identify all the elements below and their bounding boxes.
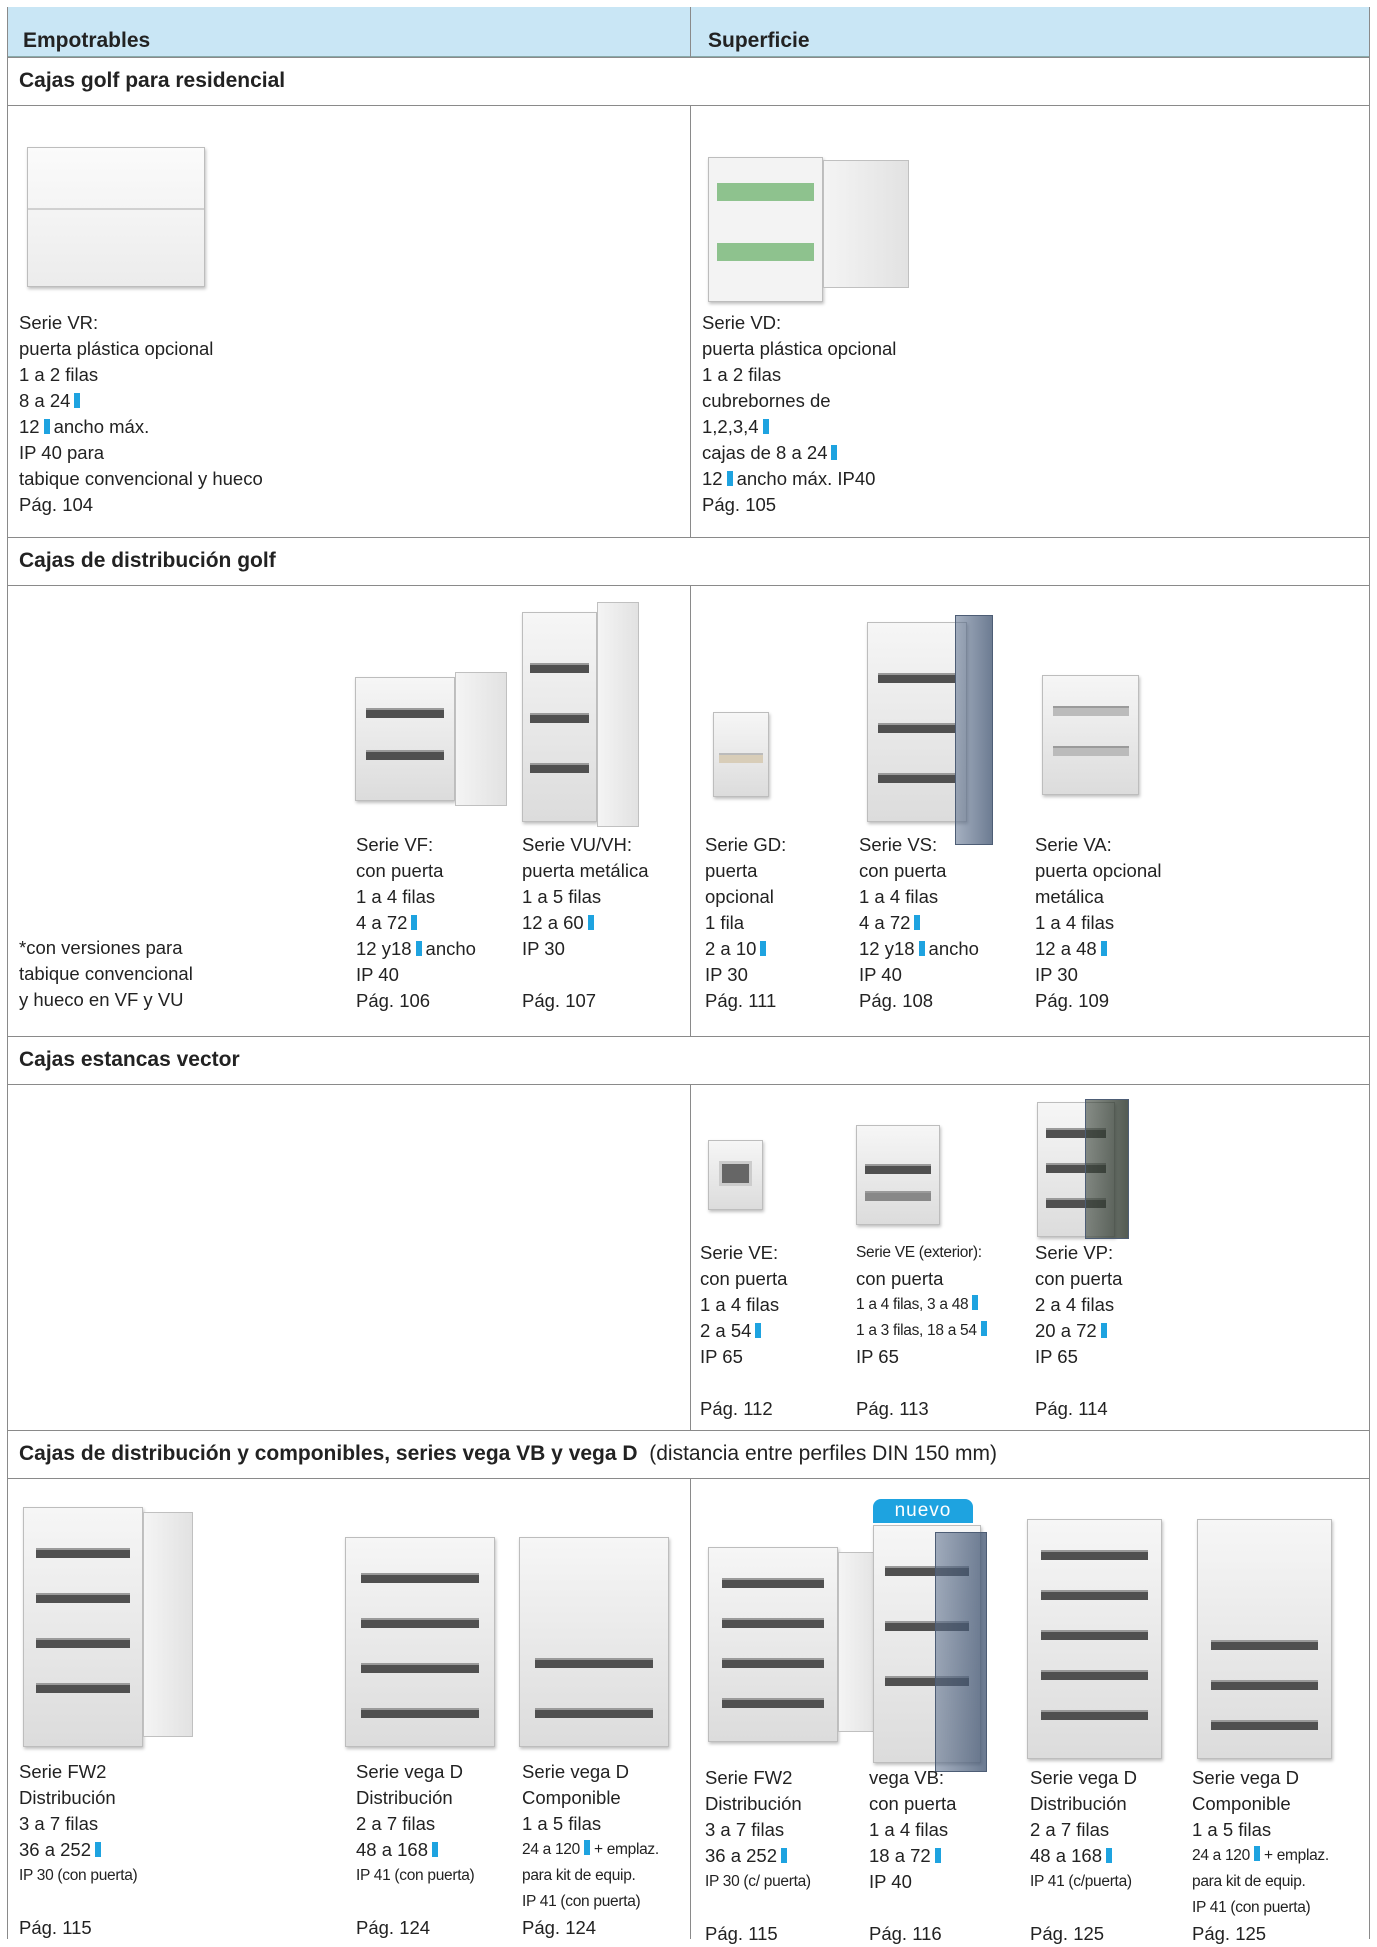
module-icon <box>755 1323 762 1338</box>
module-icon <box>411 915 418 930</box>
vr-box-image <box>27 147 205 287</box>
header-empotrables: Empotrables <box>23 29 151 52</box>
vega-d-dist-right-description: Serie vega D Distribución 2 a 7 filas 48… <box>1030 1767 1137 1944</box>
vega-d-comp-right-description: Serie vega D Componible 1 a 5 filas 24 a… <box>1192 1767 1329 1944</box>
va-description: Serie VA: puerta opcional metálica 1 a 4… <box>1035 834 1162 1011</box>
vega-vb-description: vega VB: con puerta 1 a 4 filas 18 a 72 … <box>869 1767 957 1944</box>
section-title-golf-residencial: Cajas golf para residencial <box>19 69 286 92</box>
module-icon <box>1253 1846 1260 1861</box>
vega-vb-door-image <box>935 1532 987 1772</box>
fw2-left-door-image <box>143 1512 193 1737</box>
gd-description: Serie GD: puerta opcional 1 fila 2 a 10 … <box>705 834 787 1011</box>
table-header <box>7 7 1370 57</box>
vega-d-dist-left-image <box>345 1537 495 1747</box>
module-icon <box>914 915 921 930</box>
vs-description: Serie VS: con puerta 1 a 4 filas 4 a 72 … <box>859 834 979 1011</box>
module-icon <box>781 1848 788 1863</box>
section-title-vega-note: (distancia entre perfiles DIN 150 mm) <box>649 1442 998 1465</box>
module-icon <box>43 419 50 434</box>
fw2-right-description: Serie FW2 Distribución 3 a 7 filas 36 a … <box>705 1767 811 1944</box>
vega-d-dist-right-image <box>1027 1519 1162 1759</box>
vs-door-image <box>955 615 993 845</box>
vf-description: Serie VF: con puerta 1 a 4 filas 4 a 72 … <box>356 834 476 1011</box>
module-icon <box>415 941 422 956</box>
vr-description: Serie VR: puerta plástica opcional 1 a 2… <box>19 312 263 515</box>
vega-d-dist-left-description: Serie vega D Distribución 2 a 7 filas 48… <box>356 1761 475 1938</box>
module-icon <box>587 915 594 930</box>
vd-door-image <box>823 160 909 288</box>
vu-description: Serie VU/VH: puerta metálica 1 a 5 filas… <box>522 834 649 1011</box>
section-title-vega: Cajas de distribución y componibles, ser… <box>7 1430 1370 1478</box>
va-box-image <box>1042 675 1139 795</box>
ve-exterior-description: Serie VE (exterior): con puerta 1 a 4 fi… <box>856 1240 991 1422</box>
module-icon <box>1100 1323 1107 1338</box>
vp-door-image <box>1085 1099 1129 1239</box>
module-icon <box>972 1295 979 1310</box>
vega-d-comp-left-description: Serie vega D Componible 1 a 5 filas 24 a… <box>522 1761 659 1938</box>
nuevo-badge: nuevo <box>873 1499 973 1523</box>
section-title-estancas-vector: Cajas estancas vector <box>19 1048 240 1071</box>
module-icon <box>1106 1848 1113 1863</box>
vd-box-image <box>708 157 823 302</box>
vp-description: Serie VP: con puerta 2 a 4 filas 20 a 72… <box>1035 1242 1123 1419</box>
module-icon <box>726 471 733 486</box>
module-icon <box>918 941 925 956</box>
vf-door-image <box>455 672 507 806</box>
section2-footnote: *con versiones para tabique convencional… <box>19 937 193 1010</box>
module-icon <box>95 1842 102 1857</box>
fw2-right-box-image <box>708 1547 838 1742</box>
module-icon <box>1100 941 1107 956</box>
vd-description: Serie VD: puerta plástica opcional 1 a 2… <box>702 312 897 515</box>
module-icon <box>934 1848 941 1863</box>
vu-box-image <box>522 612 597 822</box>
vega-d-comp-right-image <box>1197 1519 1332 1759</box>
module-icon <box>831 445 838 460</box>
ve-description: Serie VE: con puerta 1 a 4 filas 2 a 54 … <box>700 1242 788 1419</box>
vf-box-image <box>355 677 455 801</box>
section-title-distribucion-golf: Cajas de distribución golf <box>19 549 276 572</box>
ve-exterior-box-image <box>856 1125 940 1225</box>
section-title-vega-bold: Cajas de distribución y componibles, ser… <box>19 1442 638 1465</box>
gd-box-image <box>713 712 769 797</box>
header-superficie: Superficie <box>708 29 810 52</box>
module-icon <box>432 1842 439 1857</box>
module-icon <box>74 393 81 408</box>
module-icon <box>583 1840 590 1855</box>
module-icon <box>760 941 767 956</box>
fw2-left-description: Serie FW2 Distribución 3 a 7 filas 36 a … <box>19 1761 138 1938</box>
vs-box-image <box>867 622 967 822</box>
vu-door-image <box>597 602 639 827</box>
fw2-left-box-image <box>23 1507 143 1747</box>
module-icon <box>762 419 769 434</box>
ve-box-image <box>708 1140 763 1210</box>
vega-d-comp-left-image <box>519 1537 669 1747</box>
module-icon <box>980 1321 987 1336</box>
